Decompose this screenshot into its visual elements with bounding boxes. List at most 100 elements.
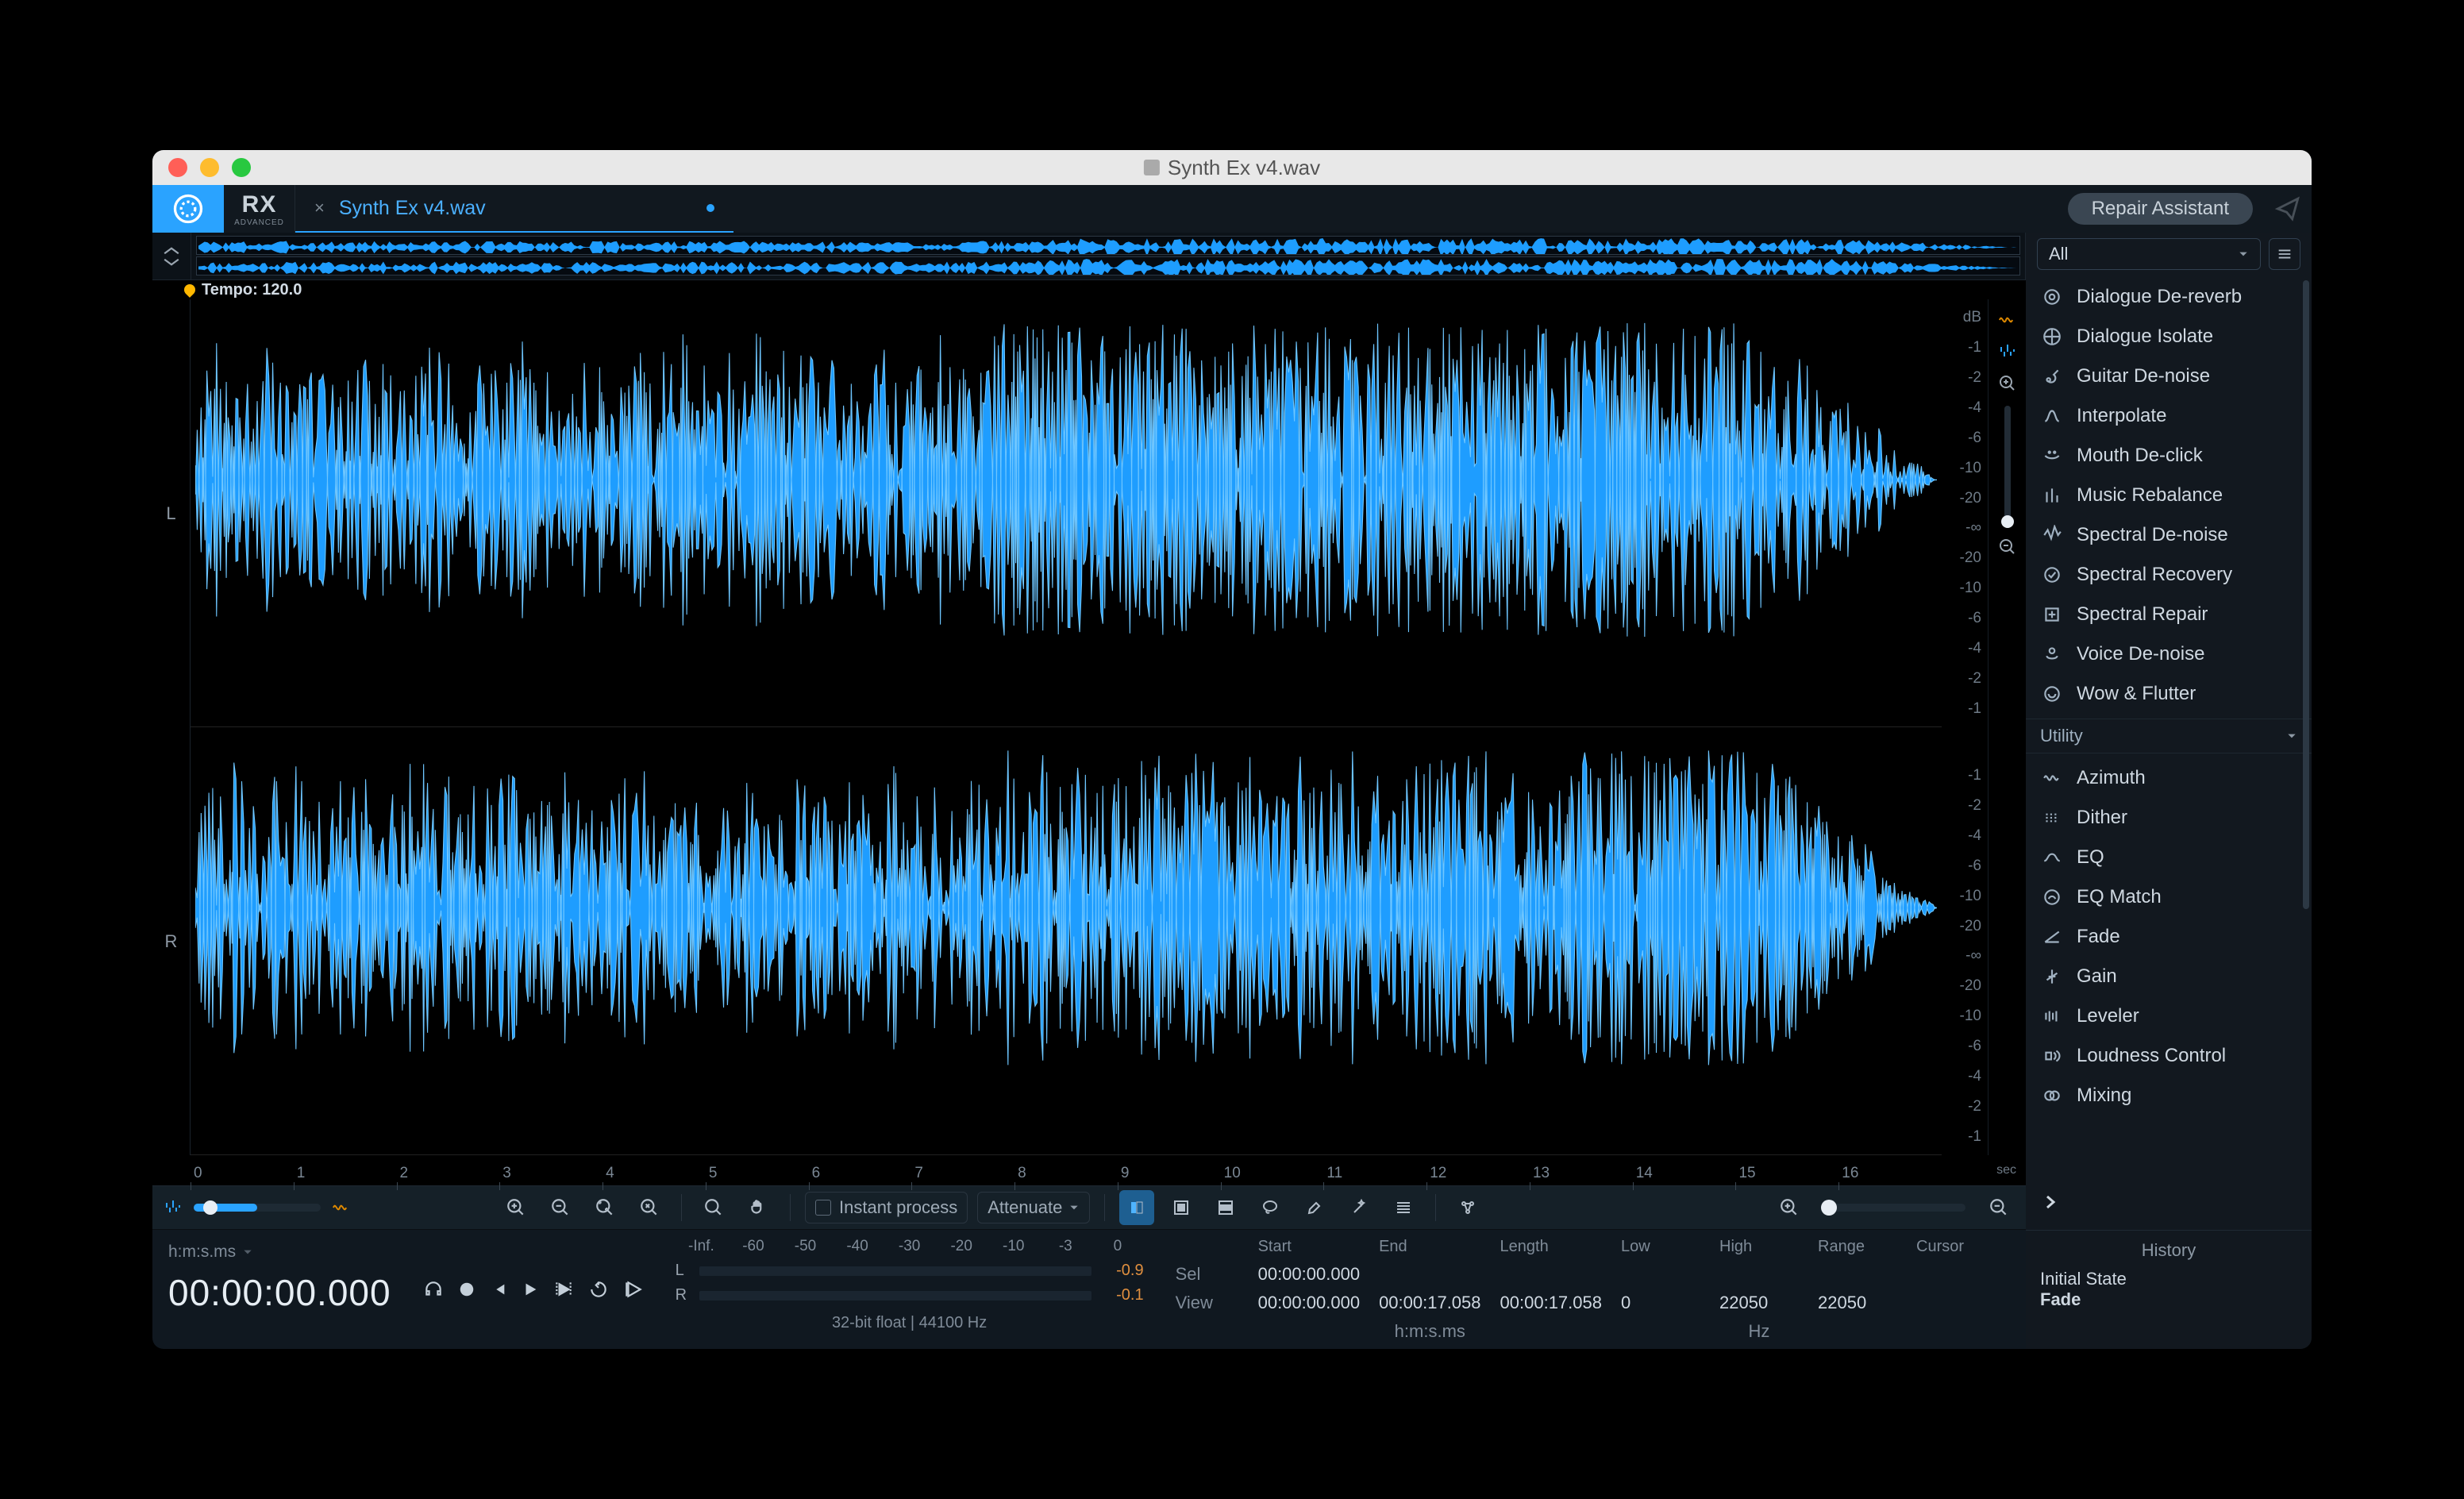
history-title: History — [2040, 1240, 2297, 1261]
time-format-label[interactable]: h:m:s.ms — [168, 1243, 236, 1262]
module-item[interactable]: Azimuth — [2026, 758, 2312, 798]
meter-right-peak[interactable]: -0.1 — [1099, 1286, 1144, 1304]
sel-range[interactable] — [1818, 1264, 1897, 1285]
zoom-out-button[interactable] — [543, 1190, 578, 1225]
deselection-tool[interactable] — [1450, 1190, 1485, 1225]
zoom-tool-button[interactable] — [696, 1190, 731, 1225]
waveform-opacity-icon — [162, 1198, 184, 1217]
time-freq-selection-tool[interactable] — [1164, 1190, 1199, 1225]
preferences-button[interactable] — [2264, 185, 2312, 233]
brush-tool[interactable] — [1297, 1190, 1332, 1225]
module-item[interactable]: Loudness Control — [2026, 1036, 2312, 1076]
channel-label-left[interactable]: L — [152, 299, 191, 727]
module-list-options-button[interactable] — [2269, 238, 2300, 270]
waveform-opacity-slider[interactable] — [194, 1204, 321, 1212]
loop-button[interactable] — [588, 1279, 609, 1300]
view-high[interactable]: 22050 — [1719, 1293, 1799, 1313]
instant-process-toggle[interactable]: Instant process — [805, 1192, 968, 1223]
module-item[interactable]: Gain — [2026, 957, 2312, 996]
view-range[interactable]: 22050 — [1818, 1293, 1897, 1313]
module-item[interactable]: Spectral Repair — [2026, 595, 2312, 634]
chevron-down-icon — [2238, 249, 2249, 260]
sidebar-scrollbar[interactable] — [2303, 280, 2309, 909]
app-logo[interactable] — [152, 185, 224, 233]
overview-collapse-button[interactable] — [152, 233, 191, 279]
zoom-vertical-slider[interactable] — [2004, 406, 2011, 525]
play-selection-button[interactable] — [553, 1279, 574, 1300]
play-button[interactable] — [522, 1281, 539, 1298]
history-item[interactable]: Fade — [2040, 1289, 2297, 1310]
spectrogram-toggle-icon[interactable] — [1998, 310, 2017, 329]
window-close-button[interactable] — [168, 158, 187, 177]
chevron-right-icon — [2040, 1193, 2059, 1212]
module-item[interactable]: Spectral De-noise — [2026, 515, 2312, 555]
overview-waveform[interactable] — [191, 233, 2026, 279]
time-ruler[interactable]: 012345678910111213141516 — [191, 1155, 1942, 1185]
module-item[interactable]: Wow & Flutter — [2026, 674, 2312, 714]
brand-edition: ADVANCED — [234, 218, 284, 227]
module-item[interactable]: EQ Match — [2026, 877, 2312, 917]
module-item[interactable]: Mixing — [2026, 1076, 2312, 1116]
view-low[interactable]: 0 — [1621, 1293, 1700, 1313]
tempo-marker-icon[interactable] — [182, 282, 198, 298]
headphone-solo-button[interactable] — [423, 1279, 444, 1300]
history-item[interactable]: Initial State — [2040, 1269, 2297, 1289]
zoom-in-button[interactable] — [499, 1190, 533, 1225]
module-item[interactable]: Voice De-noise — [2026, 634, 2312, 674]
zoom-in-horizontal-button[interactable] — [1772, 1190, 1807, 1225]
module-item[interactable]: Dialogue Isolate — [2026, 317, 2312, 356]
sel-length[interactable] — [1500, 1264, 1602, 1285]
zoom-selection-button[interactable] — [587, 1190, 622, 1225]
module-filter-dropdown[interactable]: All — [2037, 238, 2261, 270]
module-icon — [2040, 1084, 2064, 1108]
waveform-toggle-icon[interactable] — [1998, 342, 2017, 361]
module-icon — [2040, 1004, 2064, 1028]
window-zoom-button[interactable] — [232, 158, 251, 177]
record-button[interactable] — [458, 1281, 475, 1298]
module-item[interactable]: Music Rebalance — [2026, 476, 2312, 515]
module-item[interactable]: Mouth De-click — [2026, 436, 2312, 476]
instant-process-mode-dropdown[interactable]: Attenuate — [977, 1192, 1090, 1223]
window-minimize-button[interactable] — [200, 158, 219, 177]
waveform-display[interactable] — [191, 299, 1942, 1155]
timecode-display[interactable]: 00:00:00.000 — [168, 1271, 391, 1314]
zoom-out-vertical-button[interactable] — [1998, 538, 2017, 557]
time-selection-tool[interactable] — [1119, 1190, 1154, 1225]
repair-assistant-button[interactable]: Repair Assistant — [2068, 193, 2253, 225]
grab-tool-button[interactable] — [741, 1190, 776, 1225]
module-item[interactable]: Interpolate — [2026, 396, 2312, 436]
module-item[interactable]: Leveler — [2026, 996, 2312, 1036]
lasso-tool[interactable] — [1253, 1190, 1288, 1225]
freq-selection-tool[interactable] — [1208, 1190, 1243, 1225]
module-item[interactable]: EQ — [2026, 838, 2312, 877]
sel-start[interactable]: 00:00:00.000 — [1258, 1264, 1360, 1285]
meter-left — [699, 1266, 1091, 1276]
module-item[interactable]: Spectral Recovery — [2026, 555, 2312, 595]
view-length[interactable]: 00:00:17.058 — [1500, 1293, 1602, 1313]
meter-left-peak[interactable]: -0.9 — [1099, 1262, 1144, 1280]
zoom-out-horizontal-button[interactable] — [1981, 1190, 2016, 1225]
module-item[interactable]: Dialogue De-reverb — [2026, 277, 2312, 317]
sel-end[interactable] — [1379, 1264, 1480, 1285]
module-item[interactable]: Dither — [2026, 798, 2312, 838]
module-icon — [2040, 682, 2064, 706]
view-start[interactable]: 00:00:00.000 — [1258, 1293, 1360, 1313]
zoom-horizontal-slider[interactable] — [1823, 1204, 1965, 1212]
tab-close-button[interactable]: × — [314, 198, 325, 218]
follow-playhead-button[interactable] — [623, 1279, 644, 1300]
harmonics-tool[interactable] — [1386, 1190, 1421, 1225]
file-tab[interactable]: × Synth Ex v4.wav — [295, 185, 733, 233]
zoom-reset-button[interactable] — [632, 1190, 667, 1225]
module-chain-button[interactable] — [2040, 1193, 2059, 1212]
wand-tool[interactable] — [1342, 1190, 1376, 1225]
channel-label-right[interactable]: R — [152, 727, 191, 1155]
paperplane-icon — [2274, 195, 2301, 222]
sel-high[interactable] — [1719, 1264, 1799, 1285]
sidebar-section-utility[interactable]: Utility — [2026, 719, 2312, 753]
sel-low[interactable] — [1621, 1264, 1700, 1285]
zoom-in-vertical-button[interactable] — [1998, 374, 2017, 393]
module-item[interactable]: Guitar De-noise — [2026, 356, 2312, 396]
rewind-button[interactable] — [490, 1281, 507, 1298]
view-end[interactable]: 00:00:17.058 — [1379, 1293, 1480, 1313]
module-item[interactable]: Fade — [2026, 917, 2312, 957]
